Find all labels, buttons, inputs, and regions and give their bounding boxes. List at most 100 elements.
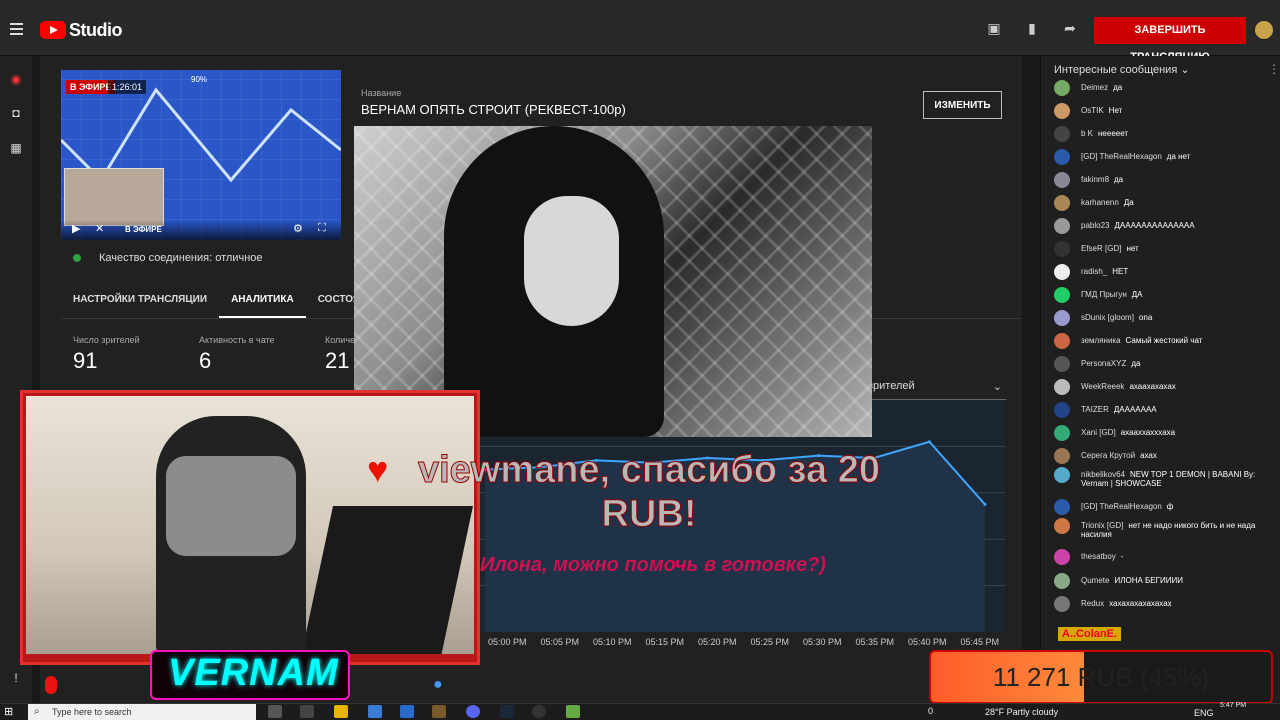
chat-avatar bbox=[1054, 264, 1070, 280]
chat-message[interactable]: Trionix [GD] нет не надо никого бить и не… bbox=[1054, 518, 1272, 539]
play-icon[interactable]: ▶ bbox=[72, 222, 80, 235]
chat-author: nikbelikov64 bbox=[1081, 470, 1126, 479]
chart-x-tick: 05:15 PM bbox=[645, 637, 685, 647]
minecraft-icon[interactable] bbox=[432, 705, 446, 718]
chat-avatar bbox=[1054, 172, 1070, 188]
chevron-down-icon: ⌄ bbox=[1180, 64, 1190, 76]
taskbar-search[interactable]: Type here to search bbox=[28, 704, 256, 720]
taskbar-counter: 0 bbox=[928, 706, 934, 716]
chat-message[interactable]: EfseR [GD] нет bbox=[1054, 241, 1272, 257]
chat-message[interactable]: земляника Самый жестокий чат bbox=[1054, 333, 1272, 349]
chat-text: ахаахахахах bbox=[1129, 382, 1176, 391]
chart-x-tick: 05:10 PM bbox=[593, 637, 632, 647]
chat-avatar bbox=[1054, 356, 1070, 372]
status-dot-icon bbox=[73, 254, 81, 262]
mute-icon[interactable]: ✕ bbox=[95, 222, 104, 235]
stat-count-label: Количе bbox=[325, 335, 356, 345]
chat-message-body: karhanenn Да bbox=[1081, 198, 1134, 207]
edit-button[interactable]: ИЗМЕНИТЬ bbox=[923, 91, 1002, 119]
chat-text: НЕТ bbox=[1112, 267, 1129, 276]
chat-header[interactable]: Интересные сообщения ⌄ bbox=[1054, 63, 1190, 76]
chat-message[interactable]: Серега Крутой ахах bbox=[1054, 448, 1272, 464]
chat-message-body: ГМД Прыгун ДА bbox=[1081, 290, 1143, 299]
obs-icon[interactable] bbox=[532, 705, 546, 718]
chat-message[interactable]: TAIZER ДААААААА bbox=[1054, 402, 1272, 418]
share-icon[interactable]: ➦ bbox=[1062, 20, 1078, 36]
settings-gear-icon[interactable]: ⚙ bbox=[293, 222, 303, 235]
file-explorer-icon[interactable] bbox=[334, 705, 348, 718]
chat-avatar bbox=[1054, 195, 1070, 211]
chat-message[interactable]: karhanenn Да bbox=[1054, 195, 1272, 211]
chat-message[interactable]: Redux хахахахахахахах bbox=[1054, 596, 1272, 612]
calendar-icon[interactable]: ▦ bbox=[9, 141, 23, 155]
chat-message[interactable]: b K нееееет bbox=[1054, 126, 1272, 142]
chat-message-body: sDunix [gloom] ona bbox=[1081, 313, 1152, 322]
chat-avatar bbox=[1054, 467, 1070, 483]
end-stream-button[interactable]: ЗАВЕРШИТЬ ТРАНСЛЯЦИЮ bbox=[1094, 17, 1246, 63]
feedback-icon[interactable]: ! bbox=[9, 671, 23, 685]
chat-message[interactable]: thesatboy - bbox=[1054, 549, 1272, 565]
chat-message[interactable]: Qumete ИЛОНА БЕГИИИИ bbox=[1054, 573, 1272, 589]
chat-message[interactable]: [GD] TheRealHexagon да нет bbox=[1054, 149, 1272, 165]
app-icon[interactable] bbox=[566, 705, 580, 718]
fullscreen-icon[interactable]: ⛶ bbox=[318, 222, 326, 235]
chat-message[interactable]: sDunix [gloom] ona bbox=[1054, 310, 1272, 326]
clapperboard-icon[interactable]: ▣ bbox=[986, 20, 1002, 36]
tab-stream-settings[interactable]: НАСТРОЙКИ ТРАНСЛЯЦИИ bbox=[61, 282, 219, 318]
photo-face-shape bbox=[524, 196, 619, 326]
chart-metric-label: зрителей bbox=[868, 380, 915, 392]
chat-message[interactable]: radish_ НЕТ bbox=[1054, 264, 1272, 280]
bookmark-icon[interactable]: ▮ bbox=[1024, 20, 1040, 36]
tab-analytics[interactable]: АНАЛИТИКА bbox=[219, 282, 306, 318]
studio-logo[interactable]: Studio bbox=[40, 20, 123, 40]
chat-author: karhanenn bbox=[1081, 198, 1119, 207]
widgets-icon[interactable] bbox=[300, 705, 314, 718]
task-view-icon[interactable] bbox=[268, 705, 282, 718]
browser-icon[interactable] bbox=[368, 705, 382, 718]
chat-message-body: Серега Крутой ахах bbox=[1081, 451, 1157, 460]
chat-author: Trionix [GD] bbox=[1081, 521, 1124, 530]
chat-author: Deimez bbox=[1081, 83, 1109, 92]
webcam-feed bbox=[26, 396, 474, 654]
hamburger-menu-icon[interactable] bbox=[10, 20, 23, 38]
chat-author: sDunix [gloom] bbox=[1081, 313, 1134, 322]
chat-message[interactable]: PersonaXYZ да bbox=[1054, 356, 1272, 372]
chat-message-body: b K нееееет bbox=[1081, 129, 1128, 138]
weather-widget[interactable]: 28°F Partly cloudy bbox=[985, 707, 1058, 717]
chat-avatar bbox=[1054, 149, 1070, 165]
camera-icon[interactable]: ◘ bbox=[9, 106, 23, 120]
mail-icon[interactable] bbox=[400, 705, 414, 718]
chat-author: EfseR [GD] bbox=[1081, 244, 1122, 253]
chat-message[interactable]: ГМД Прыгун ДА bbox=[1054, 287, 1272, 303]
chat-message-body: [GD] TheRealHexagon да нет bbox=[1081, 152, 1190, 161]
more-options-icon[interactable]: ⋮ bbox=[1268, 62, 1280, 76]
chat-message[interactable]: [GD] TheRealHexagon ф bbox=[1054, 499, 1272, 515]
chat-message[interactable]: OsTIK Нет bbox=[1054, 103, 1272, 119]
heart-icon: ♥ bbox=[367, 449, 389, 490]
discord-icon[interactable] bbox=[466, 705, 480, 718]
steam-icon[interactable] bbox=[500, 705, 514, 718]
chat-message[interactable]: nikbelikov64 NEW TOP 1 DEMON | BABANI By:… bbox=[1054, 467, 1272, 488]
chat-message[interactable]: Deimez да bbox=[1054, 80, 1272, 96]
chat-message-body: TAIZER ДААААААА bbox=[1081, 405, 1157, 414]
chat-message-body: pablo23 ДАААААААААААААА bbox=[1081, 221, 1195, 230]
windows-start-icon[interactable]: ⊞ bbox=[4, 705, 13, 718]
chat-message-body: земляника Самый жестокий чат bbox=[1081, 336, 1202, 345]
language-indicator[interactable]: ENG bbox=[1194, 708, 1214, 718]
chart-x-tick: 05:35 PM bbox=[855, 637, 895, 647]
chat-author: PersonaXYZ bbox=[1081, 359, 1127, 368]
chat-text: нееееет bbox=[1098, 129, 1129, 138]
chat-message[interactable]: WeekReeek ахаахахахах bbox=[1054, 379, 1272, 395]
chart-x-tick: 05:40 PM bbox=[908, 637, 947, 647]
stream-title: ВЕРНАМ ОПЯТЬ СТРОИТ (РЕКВЕСТ-100р) bbox=[361, 102, 626, 117]
live-broadcast-icon[interactable]: ◉ bbox=[9, 72, 23, 86]
chat-message[interactable]: Xani [GD] ахааххахххаха bbox=[1054, 425, 1272, 441]
chat-message[interactable]: fakinm8 да bbox=[1054, 172, 1272, 188]
chat-avatar bbox=[1054, 425, 1070, 441]
account-avatar[interactable] bbox=[1255, 21, 1273, 39]
stat-chat-value: 6 bbox=[199, 348, 212, 373]
chat-message[interactable]: pablo23 ДАААААААААААААА bbox=[1054, 218, 1272, 234]
chart-metric-select[interactable]: зрителей ⌄ bbox=[868, 380, 1006, 400]
stat-viewers-label: Число зрителей bbox=[73, 335, 140, 345]
taskbar-clock[interactable]: 5:47 PM bbox=[1220, 702, 1246, 709]
